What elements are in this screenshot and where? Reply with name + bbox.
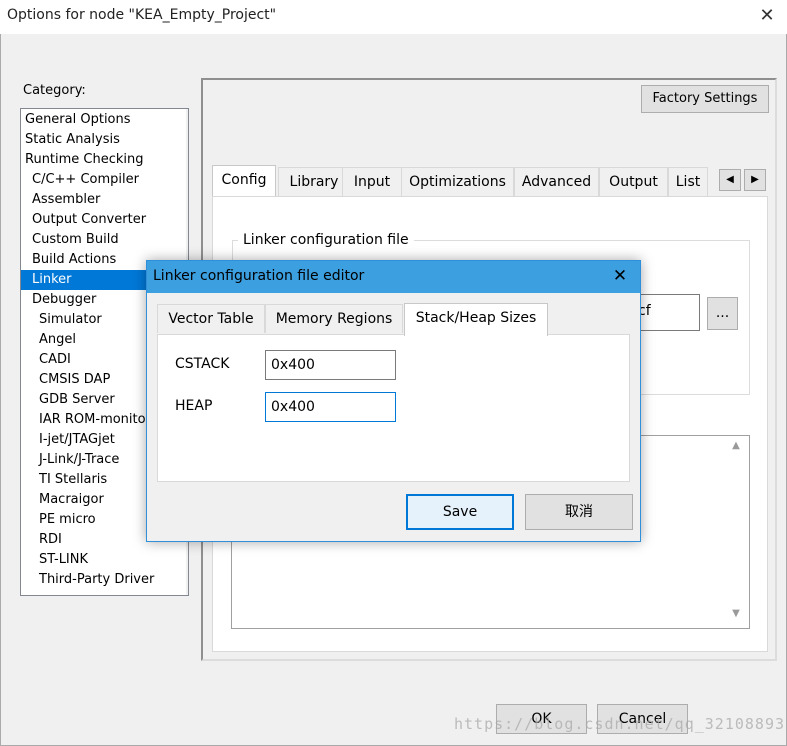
cstack-label: CSTACK xyxy=(175,356,230,372)
category-item[interactable]: ST-LINK xyxy=(21,550,167,570)
category-item[interactable]: Custom Build xyxy=(21,230,167,250)
heap-input[interactable] xyxy=(265,392,396,422)
dialog-titlebar: Linker configuration file editor ✕ xyxy=(147,261,640,293)
tab-config[interactable]: Config xyxy=(212,165,276,196)
category-item[interactable]: Third-Party Driver xyxy=(21,570,167,590)
category-item[interactable]: Assembler xyxy=(21,190,167,210)
scroll-up-icon[interactable]: ▲ xyxy=(186,109,188,131)
tab-advanced[interactable]: Advanced xyxy=(514,167,599,196)
browse-button[interactable]: ... xyxy=(707,297,738,330)
tab-scroll-right-icon[interactable]: ▶ xyxy=(744,169,766,191)
tab-input[interactable]: Input xyxy=(342,167,402,196)
dialog-cancel-button[interactable]: 取消 xyxy=(525,494,633,530)
tab-list[interactable]: List xyxy=(668,167,708,196)
category-item[interactable]: Runtime Checking xyxy=(21,150,167,170)
close-icon[interactable]: ✕ xyxy=(610,266,630,286)
linker-config-editor-dialog: Linker configuration file editor ✕ Vecto… xyxy=(146,260,641,542)
scroll-up-icon[interactable]: ▲ xyxy=(728,440,744,456)
tab-optimizations[interactable]: Optimizations xyxy=(401,167,514,196)
category-item[interactable]: Static Analysis xyxy=(21,130,167,150)
category-item[interactable]: General Options xyxy=(21,110,167,130)
scroll-down-icon[interactable]: ▼ xyxy=(728,608,744,624)
dialog-title: Linker configuration file editor xyxy=(153,268,365,284)
watermark: https://blog.csdn.net/qq_32108893 xyxy=(454,715,786,733)
scroll-thumb[interactable] xyxy=(188,133,189,253)
tab-library[interactable]: Library xyxy=(278,167,350,196)
tab-stack-heap-sizes[interactable]: Stack/Heap Sizes xyxy=(404,303,548,336)
window-title: Options for node "KEA_Empty_Project" xyxy=(7,7,277,23)
scroll-down-icon[interactable]: ▼ xyxy=(186,573,188,595)
tab-memory-regions[interactable]: Memory Regions xyxy=(265,304,403,333)
tab-vector-table[interactable]: Vector Table xyxy=(157,304,265,333)
close-icon[interactable]: ✕ xyxy=(757,6,777,26)
category-item[interactable]: C/C++ Compiler xyxy=(21,170,167,190)
factory-settings-button[interactable]: Factory Settings xyxy=(641,85,769,113)
window-titlebar: Options for node "KEA_Empty_Project" ✕ xyxy=(0,0,787,34)
save-button[interactable]: Save xyxy=(406,494,514,530)
linker-config-group-title: Linker configuration file xyxy=(238,232,414,248)
category-label: Category: xyxy=(23,83,86,98)
category-item[interactable]: Output Converter xyxy=(21,210,167,230)
tab-scroll-left-icon[interactable]: ◀ xyxy=(719,169,741,191)
heap-label: HEAP xyxy=(175,398,213,414)
cstack-input[interactable] xyxy=(265,350,396,380)
tab-output[interactable]: Output xyxy=(599,167,668,196)
